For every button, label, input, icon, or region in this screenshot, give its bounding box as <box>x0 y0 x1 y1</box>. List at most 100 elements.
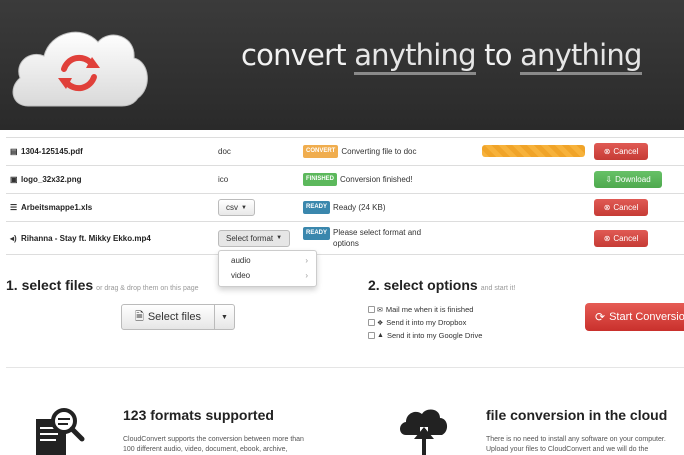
feature-description: There is no need to install any software… <box>486 435 684 455</box>
option-label: Send it into my Dropbox <box>386 318 467 327</box>
site-header: convert anything to anything <box>0 0 684 130</box>
section-divider <box>6 367 684 368</box>
file-name-cell: ▣ logo_32x32.png <box>10 166 81 193</box>
feature-text-line: There is no need to install any software… <box>486 436 666 443</box>
feature-title: 123 formats supported <box>123 407 274 423</box>
cloud-download-icon <box>400 409 448 455</box>
caret-down-icon: ▼ <box>276 235 283 241</box>
mail-icon: ✉ <box>377 306 383 314</box>
progress-bar <box>482 145 585 157</box>
status-text: Conversion finished! <box>340 175 413 184</box>
file-row: ☰ Arbeitsmappe1.xls csv ▼ READY Ready (24… <box>6 194 684 222</box>
format-select-button[interactable]: csv ▼ <box>218 199 255 216</box>
status-badge: FINISHED <box>303 173 338 186</box>
status: READY Ready (24 KB) <box>303 194 385 221</box>
file-row: ◂) Rihanna - Stay ft. Mikky Ekko.mp4 Sel… <box>6 222 684 255</box>
target-format: ico <box>218 166 228 193</box>
headline-highlight: anything <box>520 38 642 75</box>
pdf-file-icon: ▤ <box>10 147 18 156</box>
status-badge: READY <box>303 227 331 240</box>
file-name: Rihanna - Stay ft. Mikky Ekko.mp4 <box>21 233 151 243</box>
format-text: doc <box>218 147 231 156</box>
feature-title: file conversion in the cloud <box>486 407 668 423</box>
headline-text: to <box>475 38 521 72</box>
select-files-button[interactable]: 🗎 Select files <box>122 305 215 329</box>
start-conversion-button[interactable]: ⟳ Start Conversion <box>585 303 684 331</box>
file-name: Arbeitsmappe1.xls <box>21 203 93 212</box>
target-format[interactable]: doc <box>218 138 231 165</box>
section-subtitle: or drag & drop them on this page <box>96 285 199 292</box>
status-text-line: Please select format and <box>333 228 422 237</box>
cancel-button[interactable]: ⊗ Cancel <box>594 230 648 247</box>
format-text: ico <box>218 175 229 184</box>
cancel-button[interactable]: ⊗ Cancel <box>594 143 648 160</box>
cancel-icon: ⊗ <box>603 147 611 156</box>
caret-down-icon: ▼ <box>241 204 247 211</box>
status-text: Please select format and options <box>333 227 421 249</box>
button-label: Cancel <box>613 234 639 243</box>
button-label: Cancel <box>613 203 639 212</box>
checkbox[interactable] <box>368 332 375 339</box>
section-title: 2. select options <box>368 277 478 293</box>
section-subtitle: and start it! <box>480 285 516 292</box>
headline-highlight: anything <box>354 38 476 75</box>
file-name-cell: ☰ Arbeitsmappe1.xls <box>10 194 92 221</box>
button-label: Cancel <box>613 147 639 156</box>
chevron-right-icon: › <box>305 271 308 280</box>
feature-text-line: 100 different audio, video, document, eb… <box>123 446 288 453</box>
file-row: ▣ logo_32x32.png ico FINISHED Conversion… <box>6 166 684 194</box>
status-text: Ready (24 KB) <box>333 203 386 212</box>
file-name-cell: ◂) Rihanna - Stay ft. Mikky Ekko.mp4 <box>10 222 151 254</box>
file-table: ▤ 1304-125145.pdf doc CONVERT Converting… <box>6 137 684 255</box>
format-select-cell: csv ▼ <box>218 194 255 221</box>
cancel-button[interactable]: ⊗ Cancel <box>594 199 648 216</box>
progress-fill <box>482 145 585 157</box>
option-dropbox[interactable]: ❖ Send it into my Dropbox <box>368 318 466 327</box>
cancel-icon: ⊗ <box>603 203 611 212</box>
cancel-icon: ⊗ <box>603 234 611 243</box>
download-button[interactable]: ⇩ Download <box>594 171 662 188</box>
image-file-icon: ▣ <box>10 175 18 184</box>
format-dropdown-menu: audio › video › <box>218 250 317 287</box>
chevron-right-icon: › <box>305 256 308 265</box>
status: READY Please select format and options <box>303 222 421 254</box>
feature-description: CloudConvert supports the conversion bet… <box>123 435 363 455</box>
checkbox[interactable] <box>368 319 375 326</box>
headline-text: convert <box>241 38 355 72</box>
file-row: ▤ 1304-125145.pdf doc CONVERT Converting… <box>6 138 684 166</box>
section-title: 1. select files <box>6 277 94 293</box>
menu-item-audio[interactable]: audio <box>231 256 251 265</box>
dropbox-icon: ❖ <box>377 319 384 327</box>
option-google-drive[interactable]: ▲ Send it into my Google Drive <box>368 331 482 340</box>
option-label: Mail me when it is finished <box>385 305 474 314</box>
google-drive-icon: ▲ <box>377 332 384 339</box>
file-name: 1304-125145.pdf <box>21 147 83 156</box>
caret-down-icon: ▼ <box>221 313 228 321</box>
select-files-button-group: 🗎 Select files ▼ <box>121 304 235 330</box>
status: FINISHED Conversion finished! <box>303 166 413 193</box>
status-badge: CONVERT <box>303 145 339 158</box>
format-text: Select format <box>226 233 274 243</box>
menu-item-video[interactable]: video <box>231 271 250 280</box>
format-select-button[interactable]: Select format ▼ <box>218 229 291 247</box>
select-files-dropdown-toggle[interactable]: ▼ <box>215 305 234 329</box>
file-name-cell: ▤ 1304-125145.pdf <box>10 138 83 165</box>
document-search-icon <box>36 408 85 455</box>
refresh-icon: ⟳ <box>595 310 606 324</box>
option-label: Send it into my Google Drive <box>386 331 483 340</box>
spreadsheet-file-icon: ☰ <box>10 203 18 212</box>
button-label: Start Conversion <box>609 311 684 323</box>
site-headline: convert anything to anything <box>241 38 642 75</box>
option-mail[interactable]: ✉ Mail me when it is finished <box>368 305 473 314</box>
download-icon: ⇩ <box>605 175 613 184</box>
checkbox[interactable] <box>368 306 375 313</box>
cloud-refresh-icon[interactable] <box>6 18 152 110</box>
status: CONVERT Converting file to doc <box>303 138 417 165</box>
file-name: logo_32x32.png <box>21 175 82 184</box>
format-text: csv <box>226 203 238 212</box>
feature-text-line: CloudConvert supports the conversion bet… <box>123 436 304 443</box>
status-text: Converting file to doc <box>341 147 417 156</box>
select-options-heading: 2. select options and start it! <box>368 277 515 293</box>
button-label: Download <box>615 175 651 184</box>
button-label: Select files <box>147 311 202 323</box>
